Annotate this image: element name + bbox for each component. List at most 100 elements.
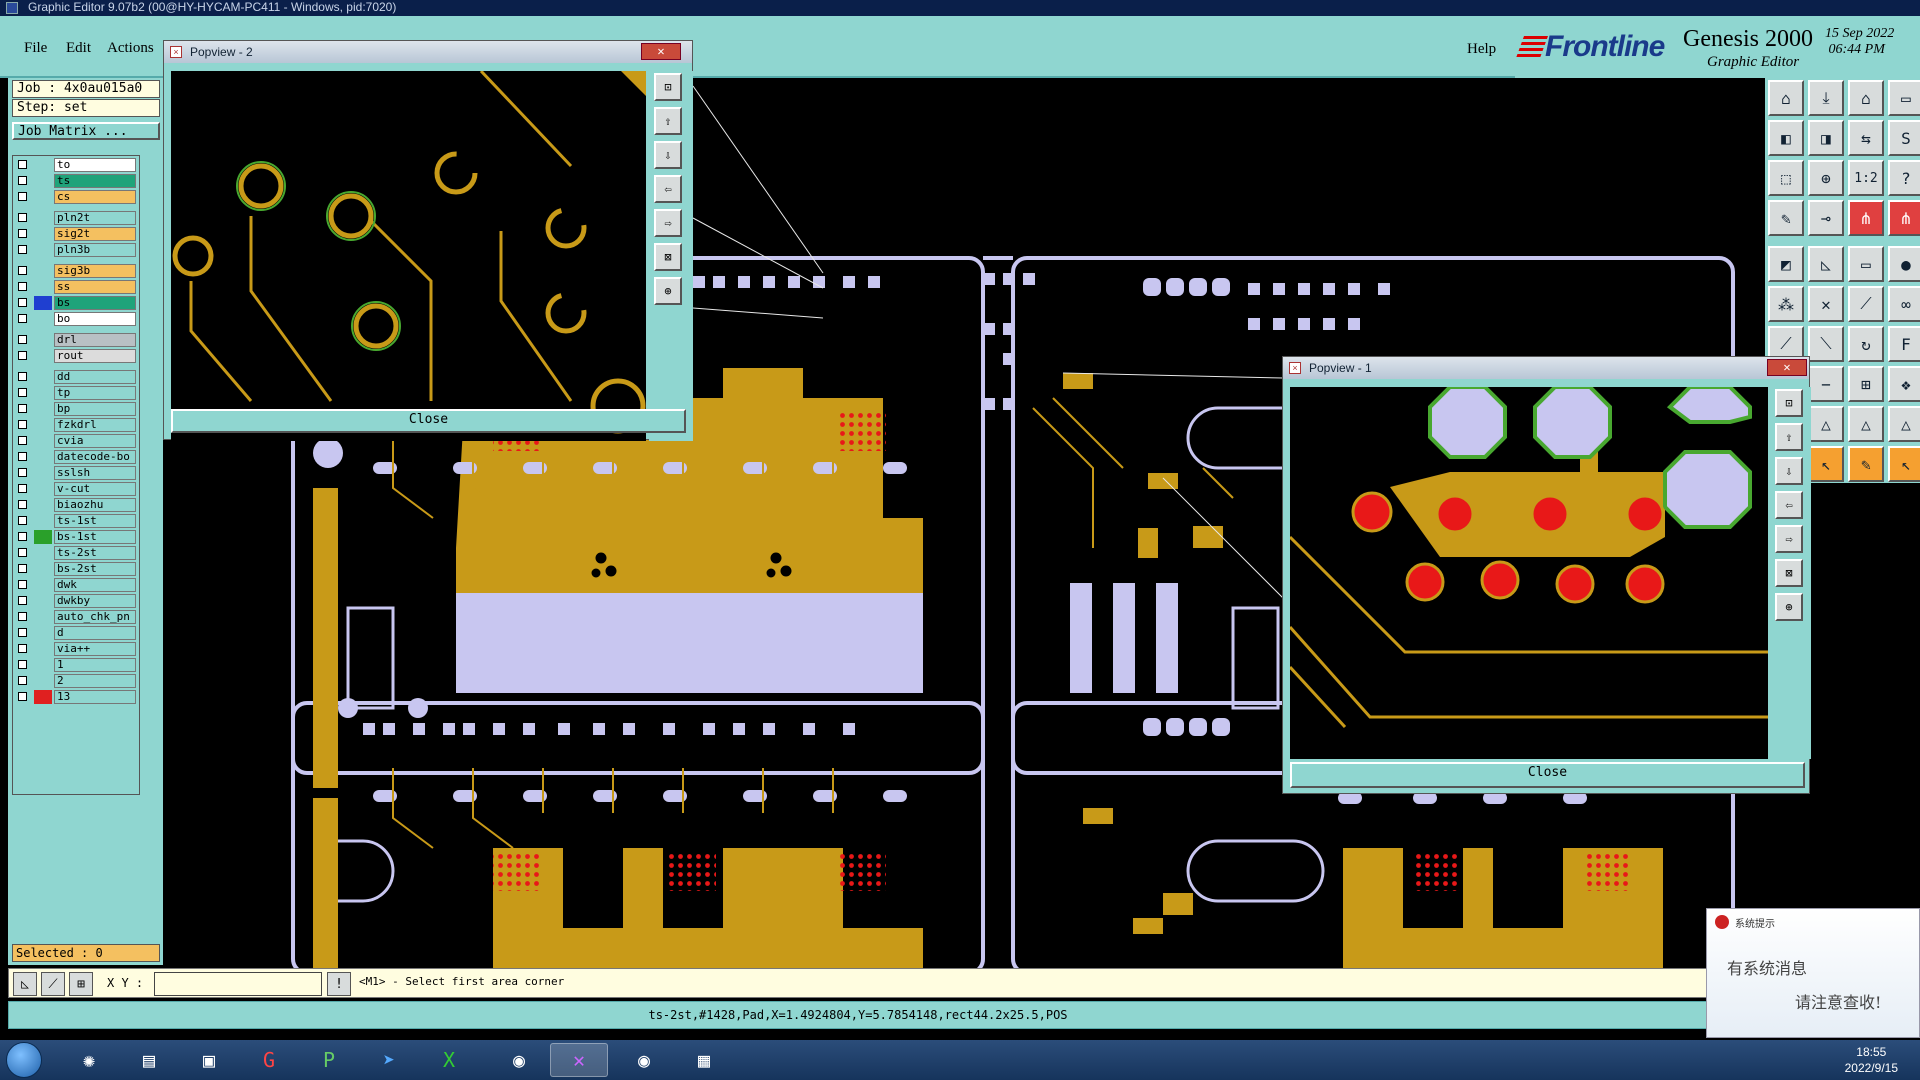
tool-angle-icon[interactable]: ◺ [1808,246,1844,282]
popview-1-close-button[interactable]: Close [1290,762,1805,788]
layer-row[interactable]: sig2t [16,227,138,241]
taskbar-arrow-app-icon[interactable]: ➤ [360,1043,418,1077]
taskbar-save-icon[interactable]: ▣ [180,1043,238,1077]
tool-fit-icon[interactable]: ⬚ [1768,160,1804,196]
popview-2-center-icon[interactable]: ⊕ [654,277,682,305]
tool-diag-icon[interactable]: ⟍ [1808,326,1844,362]
layer-checkbox[interactable] [18,404,27,413]
tool-tri4-icon[interactable]: △ [1888,406,1920,442]
layer-color-swatch[interactable] [34,562,52,576]
layer-color-swatch[interactable] [34,578,52,592]
layer-color-swatch[interactable] [34,546,52,560]
layer-checkbox[interactable] [18,192,27,201]
tool-minus-icon[interactable]: − [1808,366,1844,402]
tool-probe-icon[interactable]: ⊸ [1808,200,1844,236]
layer-color-swatch[interactable] [34,158,52,172]
popview-1-canvas[interactable] [1290,387,1768,759]
taskbar-excel-icon[interactable]: X [420,1043,478,1077]
layer-color-swatch[interactable] [34,211,52,225]
layer-checkbox[interactable] [18,628,27,637]
popview-1-left-icon[interactable]: ⇦ [1775,491,1803,519]
tool-text-icon[interactable]: F [1888,326,1920,362]
taskbar-calculator-icon[interactable]: ▦ [675,1043,733,1077]
layer-checkbox[interactable] [18,176,27,185]
layer-color-swatch[interactable] [34,174,52,188]
tool-pan-icon[interactable]: ⇆ [1848,120,1884,156]
tool-pen-icon[interactable]: ✎ [1768,200,1804,236]
layer-row[interactable]: 1 [16,658,138,672]
grid-icon[interactable]: ⊞ [69,972,93,996]
tool-line-icon[interactable]: ⟋ [1848,286,1884,322]
job-matrix-button[interactable]: Job Matrix ... [12,122,160,140]
layer-checkbox[interactable] [18,596,27,605]
layer-checkbox[interactable] [18,612,27,621]
alert-icon[interactable]: ! [327,972,351,996]
layer-row[interactable]: 13 [16,690,138,704]
layer-row[interactable]: ss [16,280,138,294]
layer-row[interactable]: drl [16,333,138,347]
layer-checkbox[interactable] [18,676,27,685]
area-select-icon[interactable]: ◺ [13,972,37,996]
layer-checkbox[interactable] [18,298,27,307]
layer-checkbox[interactable] [18,229,27,238]
popview-1-fit-icon[interactable]: ⊠ [1775,559,1803,587]
layer-row[interactable]: bp [16,402,138,416]
layer-checkbox[interactable] [18,372,27,381]
layer-color-swatch[interactable] [34,594,52,608]
taskbar-eye2-app-icon[interactable]: ◉ [615,1043,673,1077]
measure-icon[interactable]: ⟋ [41,972,65,996]
tool-arc-icon[interactable]: ↻ [1848,326,1884,362]
layer-checkbox[interactable] [18,335,27,344]
layer-row[interactable]: v-cut [16,482,138,496]
layer-color-swatch[interactable] [34,227,52,241]
layer-checkbox[interactable] [18,160,27,169]
layer-row[interactable]: biaozhu [16,498,138,512]
layer-row[interactable]: dwkby [16,594,138,608]
layer-color-swatch[interactable] [34,626,52,640]
tool-zoom-home-icon[interactable]: ⌂ [1768,80,1804,116]
tool-window-icon[interactable]: ▭ [1888,80,1920,116]
popview-2-zoom-icon[interactable]: ⊡ [654,73,682,101]
tool-pan-right-icon[interactable]: ◨ [1808,120,1844,156]
layer-row[interactable]: pln3b [16,243,138,257]
layer-checkbox[interactable] [18,420,27,429]
layer-color-swatch[interactable] [34,190,52,204]
taskbar-p-app-icon[interactable]: P [300,1043,358,1077]
menu-help[interactable]: Help [1467,41,1496,58]
layer-color-swatch[interactable] [34,530,52,544]
layer-color-swatch[interactable] [34,674,52,688]
popview-1-down-icon[interactable]: ⇩ [1775,457,1803,485]
start-button[interactable] [6,1042,42,1078]
tool-tri2-icon[interactable]: △ [1808,406,1844,442]
popview-2-close-button[interactable]: Close [171,409,686,433]
xy-input[interactable] [154,972,322,996]
layer-color-swatch[interactable] [34,610,52,624]
system-notification[interactable]: 系统提示 有系统消息 请注意查收! [1706,908,1920,1038]
layer-row[interactable]: sig3b [16,264,138,278]
layer-checkbox[interactable] [18,245,27,254]
layer-checkbox[interactable] [18,436,27,445]
popview-1-center-icon[interactable]: ⊕ [1775,593,1803,621]
layer-row[interactable]: dd [16,370,138,384]
layer-color-swatch[interactable] [34,418,52,432]
layer-checkbox[interactable] [18,351,27,360]
layer-checkbox[interactable] [18,388,27,397]
layer-checkbox[interactable] [18,516,27,525]
tool-zoom-out-icon[interactable]: ⤓ [1808,80,1844,116]
layer-checkbox[interactable] [18,468,27,477]
layer-checkbox[interactable] [18,452,27,461]
popview-1-zoom-icon[interactable]: ⊡ [1775,389,1803,417]
layer-color-swatch[interactable] [34,349,52,363]
popview-2-right-icon[interactable]: ⇨ [654,209,682,237]
layer-row[interactable]: datecode-bo [16,450,138,464]
layer-color-swatch[interactable] [34,450,52,464]
popview-1-right-icon[interactable]: ⇨ [1775,525,1803,553]
layer-color-swatch[interactable] [34,498,52,512]
layer-checkbox[interactable] [18,266,27,275]
layer-row[interactable]: dwk [16,578,138,592]
layer-color-swatch[interactable] [34,386,52,400]
tool-edit-icon[interactable]: ✎ [1848,446,1884,482]
layer-color-swatch[interactable] [34,296,52,310]
tool-pan-left-icon[interactable]: ◧ [1768,120,1804,156]
layer-color-swatch[interactable] [34,658,52,672]
